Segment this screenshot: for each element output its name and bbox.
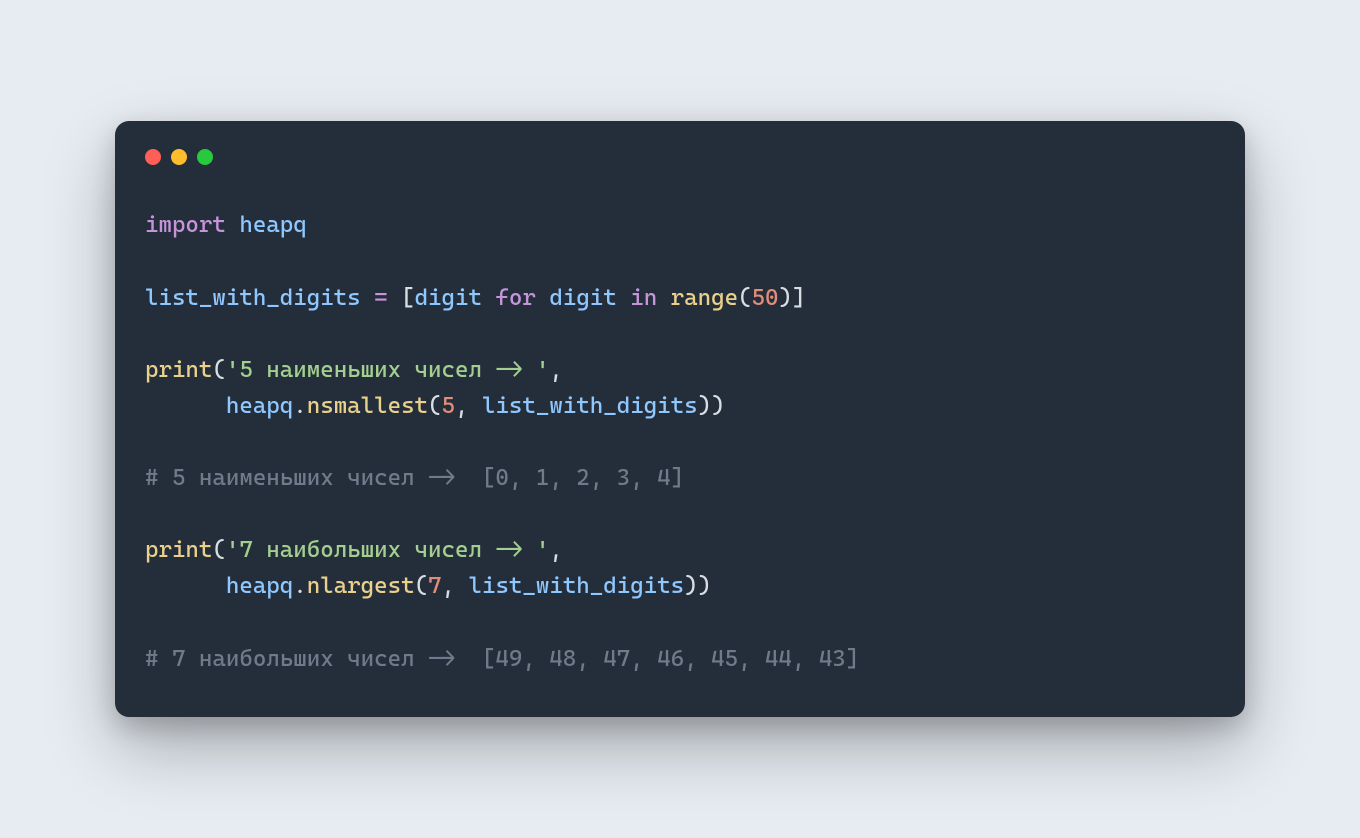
code-token: . xyxy=(293,573,306,599)
code-token: digit xyxy=(549,285,616,311)
code-token: ( xyxy=(428,393,441,419)
code-token: heapq xyxy=(226,573,293,599)
code-token xyxy=(361,285,374,311)
code-token: , xyxy=(442,573,455,599)
code-token: '7 наибольших чисел -> ' xyxy=(226,537,549,563)
code-token: '5 наименьших чисел -> ' xyxy=(226,357,549,383)
code-token: ) xyxy=(698,393,711,419)
code-token xyxy=(468,393,481,419)
code-token: ] xyxy=(792,285,805,311)
code-window: import heapq list_with_digits = [digit f… xyxy=(115,121,1245,716)
code-token xyxy=(145,393,226,419)
code-token: print xyxy=(145,537,212,563)
code-token: , xyxy=(455,393,468,419)
code-token: list_with_digits xyxy=(468,573,684,599)
code-token: , xyxy=(549,537,562,563)
code-token xyxy=(657,285,670,311)
code-token: 5 xyxy=(442,393,455,419)
maximize-icon[interactable] xyxy=(197,149,213,165)
minimize-icon[interactable] xyxy=(171,149,187,165)
code-token: 7 xyxy=(428,573,441,599)
code-token: digit xyxy=(415,285,482,311)
code-token: nsmallest xyxy=(307,393,428,419)
code-comment: # 7 наибольших чисел -> [49, 48, 47, 46,… xyxy=(145,646,859,672)
close-icon[interactable] xyxy=(145,149,161,165)
code-token xyxy=(536,285,549,311)
code-token: nlargest xyxy=(307,573,415,599)
code-token: list_with_digits xyxy=(482,393,698,419)
window-titlebar xyxy=(145,149,1215,165)
code-token: ) xyxy=(698,573,711,599)
code-token: = xyxy=(374,285,387,311)
code-token: ( xyxy=(212,537,225,563)
code-token xyxy=(617,285,630,311)
code-comment: # 5 наименьших чисел -> [0, 1, 2, 3, 4] xyxy=(145,465,684,491)
code-token: , xyxy=(549,357,562,383)
code-token: ( xyxy=(738,285,751,311)
code-token xyxy=(455,573,468,599)
code-token: ) xyxy=(779,285,792,311)
code-token: for xyxy=(495,285,535,311)
code-token: 50 xyxy=(752,285,779,311)
code-token: in xyxy=(630,285,657,311)
code-token: list_with_digits xyxy=(145,285,361,311)
code-block: import heapq list_with_digits = [digit f… xyxy=(145,207,1215,676)
code-token: range xyxy=(671,285,738,311)
code-token: ( xyxy=(212,357,225,383)
code-token: ( xyxy=(415,573,428,599)
code-token: ) xyxy=(711,393,724,419)
code-token: ) xyxy=(684,573,697,599)
code-token xyxy=(482,285,495,311)
code-token: heapq xyxy=(239,212,306,238)
code-token: . xyxy=(293,393,306,419)
code-token: [ xyxy=(401,285,414,311)
code-token: print xyxy=(145,357,212,383)
code-token: import xyxy=(145,212,226,238)
code-token xyxy=(388,285,401,311)
code-token: heapq xyxy=(226,393,293,419)
code-token xyxy=(226,212,239,238)
code-token xyxy=(145,573,226,599)
